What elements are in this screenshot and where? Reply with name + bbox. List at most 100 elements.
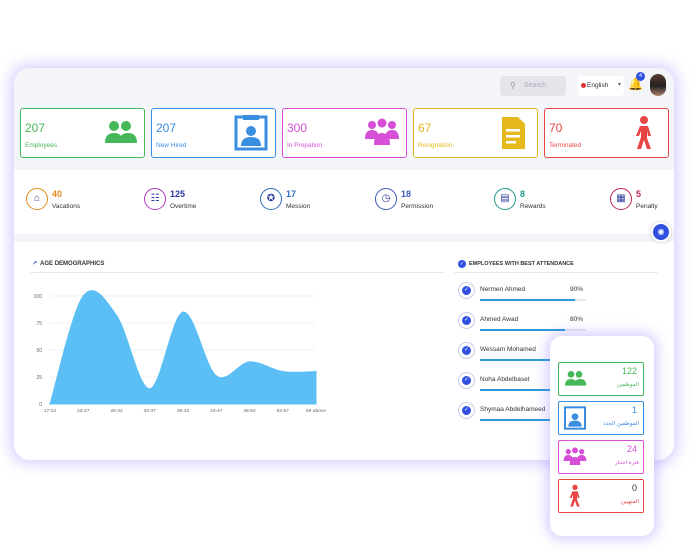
stat-value: 300 [287, 121, 308, 135]
check-badge-icon: ✓ [458, 312, 475, 329]
y-tick-label: 0 [39, 402, 42, 408]
data-point [315, 370, 317, 373]
walk-icon: ✪ [260, 188, 282, 210]
mobile-card-in-propation[interactable]: 24 فترة اختبار [558, 440, 644, 474]
attendance-percent: 90% [570, 286, 584, 293]
attendance-title: ✓ EMPLOYEES WITH BEST ATTENDANCE [458, 260, 574, 268]
attendance-bar-fill [480, 419, 553, 421]
stat-label: In Propation [287, 142, 323, 149]
divider [454, 272, 658, 273]
check-badge-icon: ✓ [458, 342, 475, 359]
language-select[interactable]: English ▾ [578, 76, 624, 96]
mobile-preview: 122 الموظفين 1 الموظفين الجدد 24 فترة اخ… [550, 336, 654, 536]
people-icon [565, 371, 587, 386]
age-demographics-chart: 0 25 50 75 100 17-22 23-27 28-32 33-37 38-42 43-47… [34, 290, 326, 414]
mobile-card-value: 24 [626, 444, 637, 454]
stat-card-new-hired[interactable]: 207 New Hired [151, 108, 276, 158]
stat-value: 67 [418, 121, 432, 135]
walking-person-icon [569, 484, 580, 507]
kpi-value: 18 [401, 189, 412, 199]
x-tick-label: 28-32 [110, 408, 123, 414]
card-icon: ▤ [494, 188, 516, 210]
attendance-bar-fill [480, 329, 565, 331]
language-label: English [587, 82, 609, 89]
data-point [281, 370, 284, 373]
divider [30, 272, 444, 273]
trend-icon: ↗ [32, 261, 38, 267]
document-icon [502, 117, 525, 149]
kpi-value: 40 [52, 189, 63, 199]
stat-value: 207 [25, 121, 46, 135]
kpi-value: 5 [636, 189, 642, 199]
stat-label: Resignation [418, 142, 453, 149]
employee-name: Nermen Ahmed [480, 286, 526, 293]
kpi-label: Rewards [520, 203, 546, 210]
stat-value: 70 [549, 121, 563, 135]
mobile-card-employees[interactable]: 122 الموظفين [558, 362, 644, 396]
search-placeholder: Search [524, 82, 547, 89]
x-tick-label: 17-22 [44, 408, 57, 414]
mobile-card-label: الموظفين الجدد [603, 421, 639, 427]
group-icon [563, 447, 587, 465]
stat-card-terminated[interactable]: 70 Terminated [544, 108, 669, 158]
employee-name: Noha Abdelbaset [480, 376, 530, 383]
mobile-card-terminated[interactable]: 0 المنهيين [558, 479, 644, 513]
attendance-row[interactable]: ✓ Nermen Ahmed 90% [458, 282, 658, 310]
data-point [49, 403, 51, 405]
stat-card-in-propation[interactable]: 300 In Propation [282, 108, 407, 158]
stat-label: Employees [25, 142, 58, 149]
y-tick-label: 75 [36, 321, 42, 327]
id-card-icon [564, 406, 586, 430]
attendance-bar-fill [480, 389, 557, 391]
x-tick-label: 33-37 [144, 408, 157, 414]
mobile-card-label: المنهيين [620, 499, 639, 505]
kpi-value: 125 [170, 189, 186, 199]
employee-name: Wessam Mohamed [480, 346, 536, 353]
data-point [182, 311, 184, 313]
stat-card-employees[interactable]: 207 Employees [20, 108, 145, 158]
mobile-card-label: فترة اختبار [614, 460, 639, 466]
check-icon: ✓ [458, 260, 466, 268]
chevron-down-icon: ▾ [617, 82, 621, 88]
stat-card-resignation[interactable]: 67 Resignation [413, 108, 538, 158]
x-tick-label: 58-above [306, 408, 326, 414]
x-tick-label: 48-52 [243, 408, 256, 414]
age-demographics-card: ↗ AGE DEMOGRAPHICS 0 25 50 75 100 17-22 23-27 28… [26, 252, 444, 452]
kpi-label: Vacations [52, 203, 81, 210]
stat-value: 207 [156, 121, 177, 135]
avatar[interactable] [650, 74, 666, 96]
mobile-card-new-hired[interactable]: 1 الموظفين الجدد [558, 401, 644, 435]
kpi-label: Mession [286, 203, 311, 210]
employee-name: Shymaa Abdelhameed [480, 406, 546, 413]
kpi-label: Overtime [170, 203, 197, 210]
y-tick-label: 50 [36, 348, 42, 354]
data-point [115, 314, 118, 317]
attendance-bar-fill [480, 299, 576, 301]
y-tick-label: 25 [36, 375, 42, 381]
search-icon: ⚲ [510, 81, 516, 90]
mobile-card-value: 1 [631, 405, 637, 415]
top-bar: ⚲ Search English ▾ 🔔 4 [14, 68, 674, 106]
settings-float-button[interactable]: ◉ [651, 222, 671, 242]
kpi-value: 8 [520, 189, 526, 199]
attendance-percent: 80% [570, 316, 584, 323]
notification-badge: 4 [636, 72, 645, 81]
home-icon: ⌂ [26, 188, 48, 210]
x-tick-label: 53-57 [277, 408, 290, 414]
employee-name: Ahmed Awad [480, 316, 519, 323]
walking-person-icon [636, 116, 651, 149]
mobile-card-value: 122 [621, 366, 637, 376]
mobile-card-value: 0 [631, 483, 637, 493]
check-badge-icon: ✓ [458, 402, 475, 419]
stat-cards: 207 Employees 207 New Hired 300 In Propa… [20, 108, 669, 160]
calendar-icon: ☷ [144, 188, 166, 210]
id-card-icon [234, 115, 268, 151]
attendance-bar [480, 299, 586, 301]
search-input[interactable]: ⚲ Search [500, 76, 566, 96]
kpi-label: Permission [401, 203, 434, 210]
kpi-value: 17 [286, 189, 297, 199]
data-point [148, 388, 151, 390]
x-tick-label: 43-47 [210, 408, 223, 414]
chart-title: ↗ AGE DEMOGRAPHICS [32, 260, 104, 267]
clock-icon: ◷ [375, 188, 397, 210]
